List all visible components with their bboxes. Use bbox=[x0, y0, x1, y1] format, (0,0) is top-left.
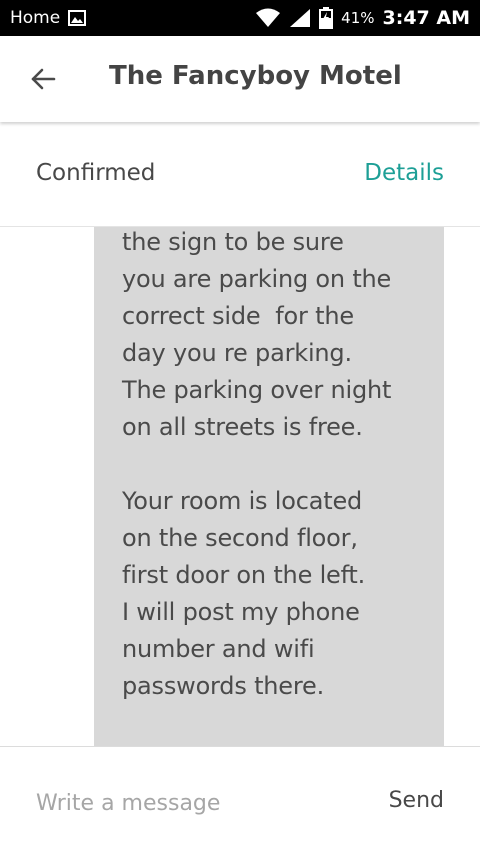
message-line bbox=[122, 446, 420, 483]
message-composer: Send bbox=[0, 746, 480, 854]
message-line: number and wifi bbox=[122, 635, 315, 663]
battery-percent: 41% bbox=[341, 9, 375, 27]
message-bubble: parkingthe sign to be sureyou are parkin… bbox=[94, 227, 444, 746]
reservation-status-label: Confirmed bbox=[36, 160, 156, 186]
status-bar: Home 41% 3:47 AM bbox=[0, 0, 480, 36]
message-line: I will post my phone bbox=[122, 598, 360, 626]
message-thread[interactable]: parkingthe sign to be sureyou are parkin… bbox=[0, 227, 480, 746]
reservation-status-row: Confirmed Details bbox=[0, 122, 480, 227]
status-left: Home bbox=[10, 8, 87, 28]
message-line: on all streets is free. bbox=[122, 413, 363, 441]
battery-icon bbox=[319, 7, 334, 29]
wifi-icon bbox=[255, 8, 281, 28]
message-line: The parking over night bbox=[122, 376, 392, 404]
message-line: Your room is located bbox=[122, 487, 363, 515]
message-line: you are parking on the bbox=[122, 265, 392, 293]
message-line: day you re parking. bbox=[122, 339, 352, 367]
message-input[interactable] bbox=[36, 785, 336, 821]
send-button[interactable]: Send bbox=[389, 788, 444, 813]
status-right: 41% 3:47 AM bbox=[255, 7, 470, 29]
back-button[interactable] bbox=[26, 62, 60, 96]
message-line: the sign to be sure bbox=[122, 228, 344, 256]
details-link[interactable]: Details bbox=[364, 160, 444, 186]
message-line: correct side for the bbox=[122, 302, 354, 330]
clock: 3:47 AM bbox=[382, 7, 471, 29]
image-icon bbox=[68, 10, 87, 26]
signal-icon bbox=[289, 8, 311, 28]
carrier-label: Home bbox=[10, 8, 61, 28]
arrow-left-icon bbox=[31, 68, 56, 90]
message-line: on the second floor, bbox=[122, 524, 358, 552]
app-bar: The Fancyboy Motel bbox=[0, 36, 480, 122]
message-text: parkingthe sign to be sureyou are parkin… bbox=[122, 227, 420, 705]
page-title: The Fancyboy Motel bbox=[109, 61, 402, 91]
message-line: passwords there. bbox=[122, 672, 324, 700]
message-line: first door on the left. bbox=[122, 561, 366, 589]
